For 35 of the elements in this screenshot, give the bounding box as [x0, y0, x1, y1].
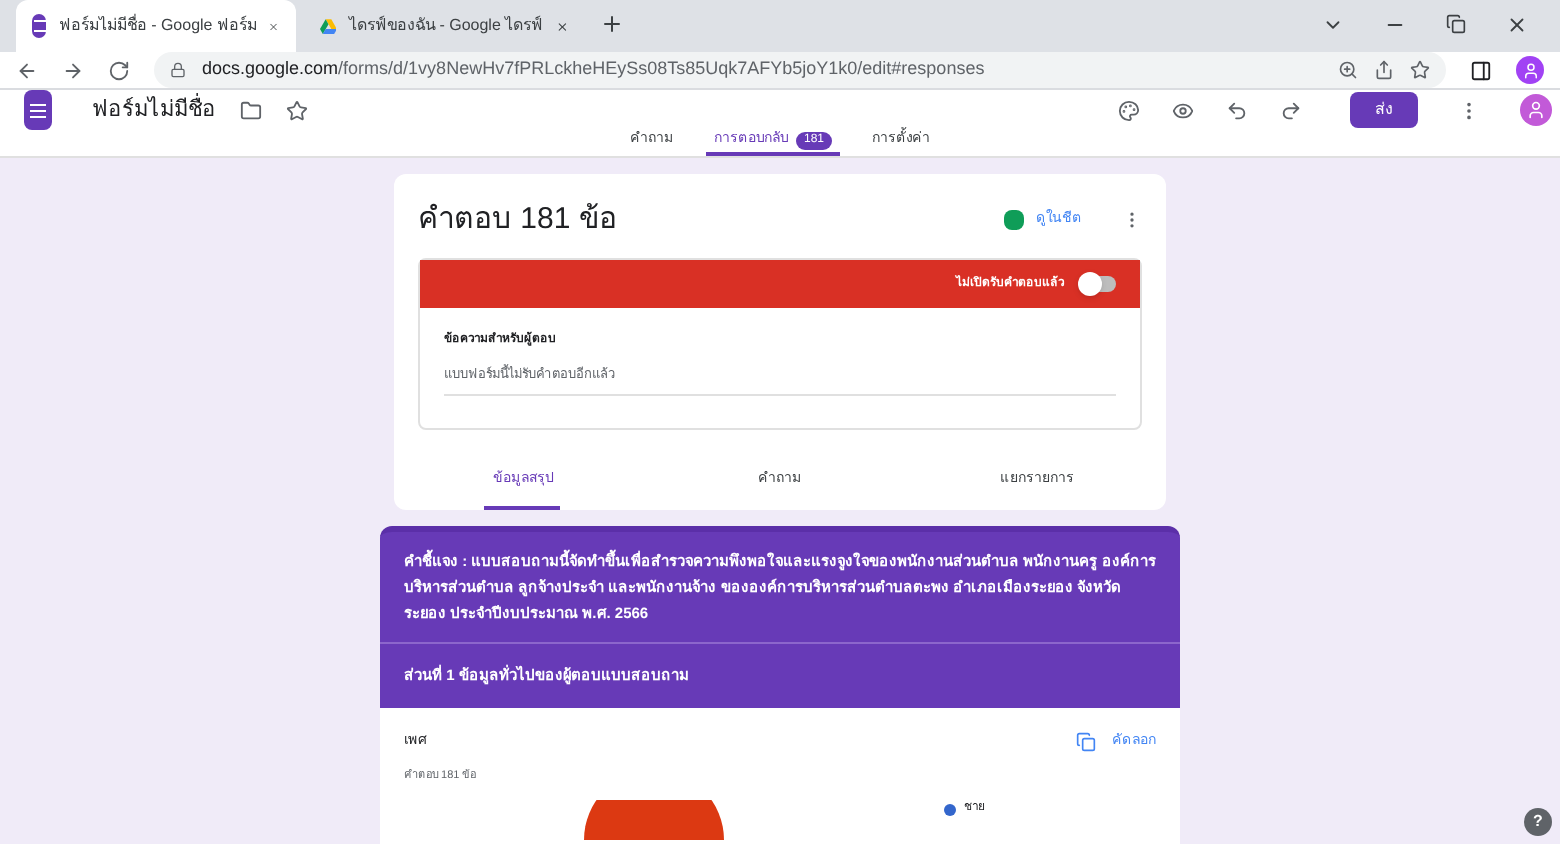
browser-tab[interactable]: ไดรฟ์ของฉัน - Google ไดรฟ์ — [304, 0, 584, 52]
forward-icon[interactable] — [62, 59, 84, 81]
responses-title: คำตอบ 181 ข้อ — [418, 199, 619, 239]
redo-icon[interactable] — [1280, 99, 1302, 121]
accepting-toggle[interactable] — [1080, 276, 1116, 292]
forms-icon — [32, 14, 47, 38]
zoom-icon[interactable] — [1338, 60, 1358, 80]
reload-icon[interactable] — [108, 59, 130, 81]
help-button[interactable]: ? — [1524, 808, 1552, 836]
undo-icon[interactable] — [1226, 99, 1248, 121]
new-tab-icon[interactable] — [600, 12, 624, 36]
account-avatar[interactable] — [1520, 94, 1552, 126]
eye-icon[interactable] — [1172, 99, 1194, 121]
restore-icon[interactable] — [1446, 14, 1466, 34]
send-button[interactable]: ส่ง — [1350, 92, 1418, 128]
drive-icon — [320, 15, 337, 37]
share-icon[interactable] — [1374, 60, 1394, 80]
lock-icon — [170, 62, 186, 78]
url-path: /forms/d/1vy8NewHv7fPRLckheHEySs08Ts85Uqk7AFYb5joY1k0/edit#responses — [338, 56, 987, 83]
sheets-icon — [1004, 209, 1024, 230]
close-icon[interactable] — [1506, 14, 1528, 36]
palette-icon[interactable] — [1118, 99, 1140, 121]
back-icon[interactable] — [16, 59, 38, 81]
address-bar[interactable]: docs.google.com/forms/d/1vy8NewHv7fPRLckheHEySs08Ts85Uqk7AFYb5joY1k0/edit#responses — [154, 52, 1446, 88]
pie-chart-drawing — [584, 800, 724, 841]
folder-icon[interactable] — [240, 99, 262, 121]
url-host: docs.google.com — [202, 56, 339, 83]
browser-tab[interactable]: ฟอร์มไม่มีชื่อ - Google ฟอร์ม — [16, 0, 296, 52]
side-panel-icon[interactable] — [1470, 59, 1492, 81]
close-icon[interactable] — [555, 17, 568, 35]
profile-avatar[interactable] — [1516, 56, 1544, 84]
bookmark-star-icon[interactable] — [1410, 60, 1430, 80]
copy-icon — [1076, 731, 1096, 752]
star-icon[interactable] — [286, 99, 308, 121]
form-title[interactable]: ฟอร์มไม่มีชื่อ — [92, 93, 216, 127]
